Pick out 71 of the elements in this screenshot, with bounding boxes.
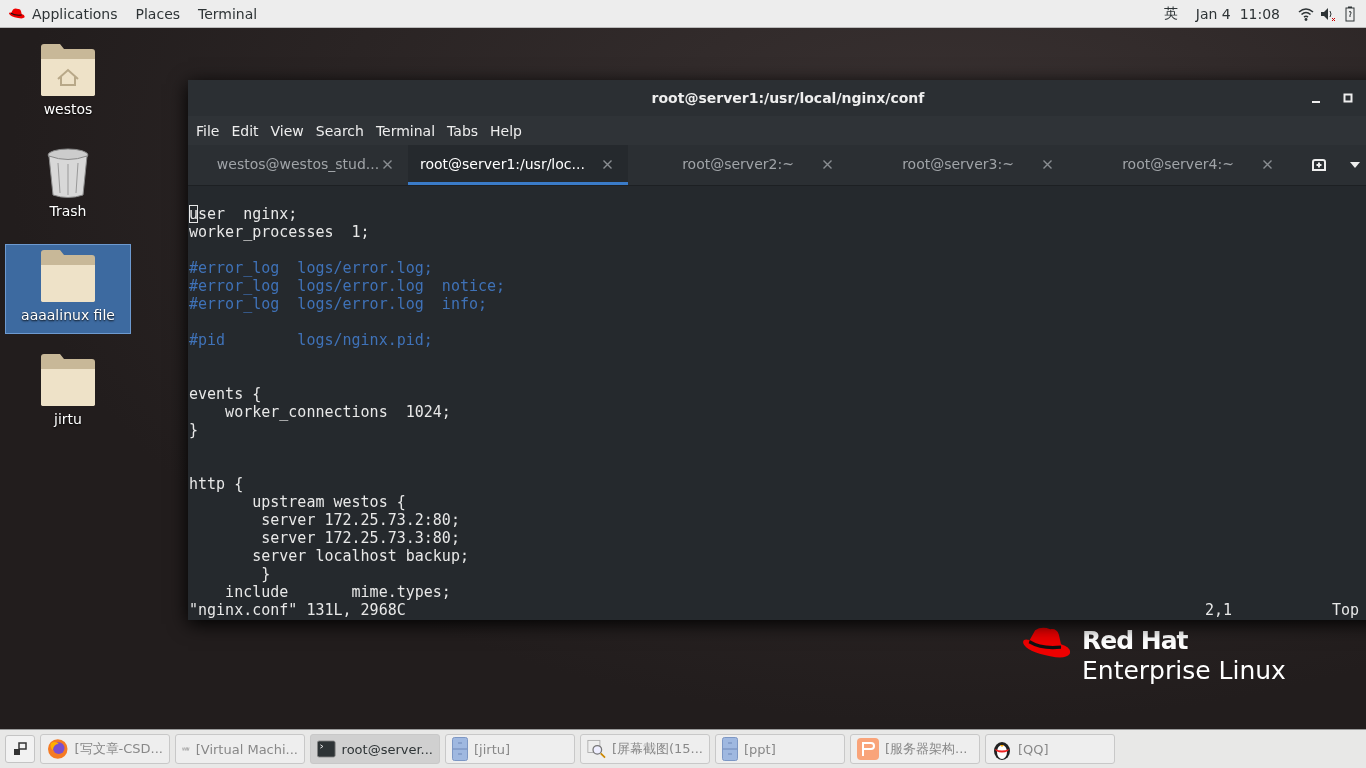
menu-item[interactable]: Tabs (441, 122, 485, 139)
folder-icon (40, 249, 96, 303)
file-info: "nginx.conf" 131L, 2968C (189, 601, 406, 619)
window-title: root@server1:/usr/local/nginx/conf (651, 90, 925, 106)
terminal-tab[interactable]: root@server2:~ (628, 145, 848, 185)
slides-icon (857, 738, 879, 760)
code-line: } (189, 421, 200, 439)
clock[interactable]: Jan 4 11:08 (1195, 5, 1280, 22)
top-menu[interactable]: Places (135, 5, 181, 22)
maximize-icon[interactable] (1343, 93, 1353, 103)
logo-brand: Red Hat (1082, 626, 1189, 656)
desktop-icon-label: westos (43, 101, 93, 117)
close-icon[interactable] (603, 159, 612, 169)
code-line: events { (189, 385, 263, 403)
hat-icon (8, 7, 26, 20)
code-line: server 172.25.73.2:80; (260, 511, 461, 529)
file-cabinet-icon (722, 737, 738, 761)
code-line: user nginx; (189, 205, 299, 223)
magnifier-icon (587, 738, 606, 760)
close-icon[interactable] (1043, 159, 1052, 169)
cursor-position: 2,1 (1204, 601, 1233, 619)
desktop-icon[interactable]: Trash (5, 142, 131, 230)
desktop-icon-label: Trash (49, 203, 87, 219)
windows-icon (13, 742, 27, 756)
browser-icon (47, 738, 69, 760)
code-line: upstream westos { (251, 493, 407, 511)
menu-item[interactable]: Help (484, 122, 528, 139)
desktop-icon-label: jirtu (54, 411, 82, 427)
code-line: worker_connections 1024; (224, 403, 452, 421)
trash-icon (46, 147, 90, 199)
terminal-icon (317, 739, 336, 759)
logo-product: Enterprise Linux (1082, 656, 1286, 686)
show-desktop-button[interactable] (5, 735, 35, 763)
comment-line: #pid logs/nginx.pid; (189, 331, 434, 349)
battery-icon[interactable] (1342, 5, 1358, 22)
menu-item[interactable]: Edit (225, 122, 265, 139)
wifi-icon[interactable] (1298, 5, 1314, 22)
code-line: include mime.types; (224, 583, 452, 601)
close-icon[interactable] (823, 159, 832, 169)
close-icon[interactable] (1263, 159, 1272, 169)
new-tab-icon[interactable] (1310, 157, 1328, 173)
home-folder-icon (40, 43, 96, 97)
file-cabinet-icon (452, 737, 468, 761)
top-menu[interactable]: Terminal (198, 5, 258, 22)
menu-item[interactable]: View (264, 122, 310, 139)
comment-line: #error_log logs/error.log notice; (189, 277, 507, 295)
desktop-icon[interactable]: jirtu (5, 348, 131, 438)
code-line: server 172.25.73.3:80; (260, 529, 461, 547)
dropdown-icon[interactable] (1350, 162, 1360, 168)
terminal-tab[interactable]: root@server1:/usr/loc... (408, 145, 628, 185)
menu-item[interactable]: Terminal (369, 122, 442, 139)
terminal-tab[interactable]: westos@westos_stud... (188, 145, 408, 185)
terminal-tab[interactable]: root@server3:~ (848, 145, 1068, 185)
menu-item[interactable]: File (190, 122, 226, 139)
input-method-indicator[interactable]: 英 (1163, 4, 1178, 23)
terminal-tab[interactable]: root@server4:~ (1068, 145, 1288, 185)
code-line: server localhost backup; (251, 547, 470, 565)
desktop-icon[interactable]: westos (5, 38, 131, 128)
desktop-icon[interactable]: aaaalinux file (5, 244, 131, 334)
comment-line: #error_log logs/error.log; (189, 259, 434, 277)
taskbar-button[interactable]: root@server... (310, 734, 440, 764)
close-icon[interactable] (383, 159, 392, 169)
top-menu[interactable]: Applications (32, 5, 118, 22)
code-line: http { (189, 475, 245, 493)
desktop-icon-label: aaaalinux file (21, 307, 115, 323)
comment-line: #error_log logs/error.log info; (189, 295, 488, 313)
folder-icon (40, 353, 96, 407)
menu-item[interactable]: Search (309, 122, 370, 139)
code-line: worker_processes 1; (189, 223, 371, 241)
code-line: } (260, 565, 272, 583)
scroll-position: Top (1331, 601, 1359, 619)
